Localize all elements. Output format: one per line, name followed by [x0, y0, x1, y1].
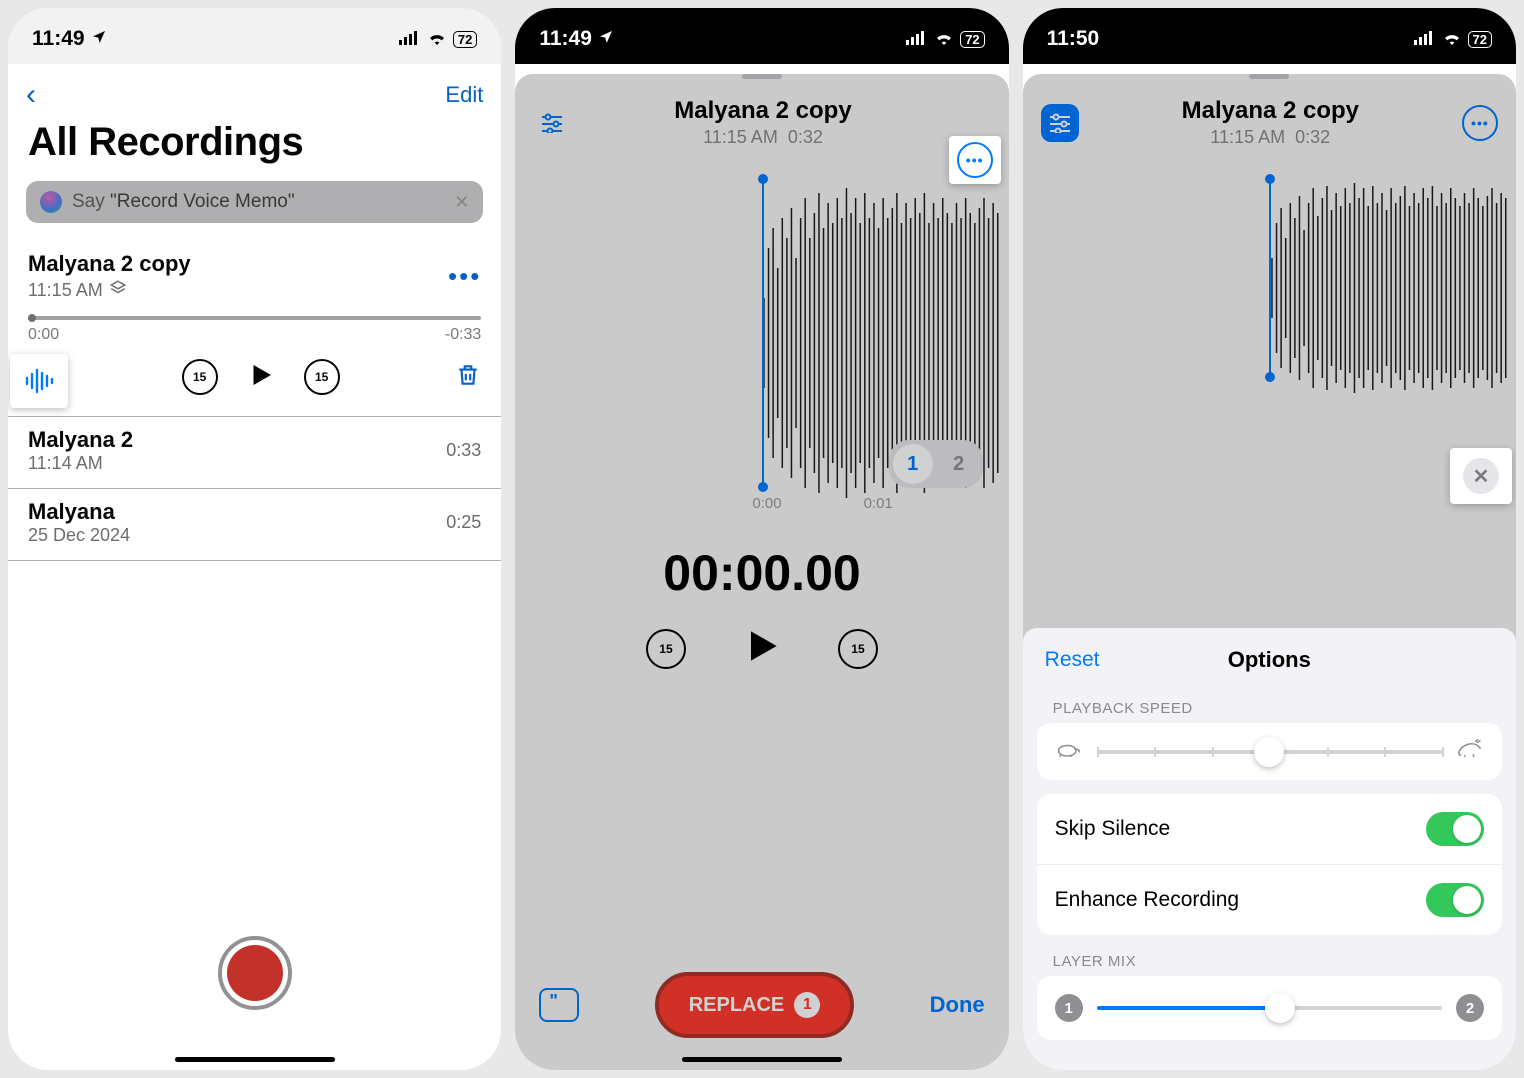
highlight-close: ✕: [1450, 448, 1512, 504]
status-time: 11:50: [1047, 27, 1100, 51]
layer-selector: 1 2: [889, 440, 983, 488]
speed-slider[interactable]: [1097, 750, 1442, 754]
timecode: 00:00.00: [515, 544, 1008, 602]
options-button[interactable]: [533, 104, 571, 142]
record-button[interactable]: [218, 936, 292, 1010]
scrubber[interactable]: [28, 316, 481, 320]
status-bar: 11:49 72: [515, 8, 1008, 64]
recording-title: Malyana: [28, 499, 130, 525]
status-bar: 11:50 72: [1023, 8, 1516, 64]
recording-sub: 11:14 AM: [28, 453, 133, 474]
recording-duration: 0:33: [446, 440, 481, 461]
battery-icon: 72: [960, 31, 984, 48]
recording-item[interactable]: Malyana 2 11:14 AM 0:33: [8, 417, 501, 489]
status-time: 11:49: [32, 27, 85, 51]
close-button[interactable]: ✕: [1463, 458, 1499, 494]
screen-editor: 11:49 72 Malyana 2 copy 11:15 AM 0:32: [515, 8, 1008, 1070]
recording-title: Malyana 2 copy: [28, 251, 191, 277]
options-button-active[interactable]: [1041, 104, 1079, 142]
play-button[interactable]: [246, 360, 276, 395]
highlight-more: •••: [949, 136, 1001, 184]
back-button[interactable]: ‹: [26, 78, 36, 112]
skip-back-button[interactable]: 15: [182, 359, 218, 395]
wave-time-1: 0:01: [864, 495, 893, 512]
status-bar: 11:49 72: [8, 8, 501, 64]
editor-subtitle: 11:15 AM 0:32: [674, 127, 851, 148]
layermix-slider[interactable]: [1097, 1006, 1442, 1010]
page-title: All Recordings: [8, 120, 501, 175]
wave-time-0: 0:00: [752, 495, 781, 512]
editor-title: Malyana 2 copy: [674, 97, 851, 125]
options-title: Options: [1228, 647, 1311, 673]
recording-title: Malyana 2: [28, 427, 133, 453]
skip-forward-button[interactable]: 15: [838, 629, 878, 669]
editor-subtitle: 11:15 AM 0:32: [1182, 127, 1359, 148]
sheet-grabber[interactable]: [742, 74, 782, 79]
status-time: 11:49: [539, 27, 592, 51]
siri-text: Say "Record Voice Memo": [72, 191, 295, 213]
more-button[interactable]: •••: [448, 261, 481, 292]
waveform-view[interactable]: 1 2 0:00 0:01: [521, 168, 1002, 518]
recording-sub: 25 Dec 2024: [28, 525, 130, 546]
siri-suggestion[interactable]: Say "Record Voice Memo" ✕: [26, 181, 483, 223]
layer-2-badge: 2: [1456, 994, 1484, 1022]
recording-duration: 0:25: [446, 512, 481, 533]
layer-1-badge: 1: [1055, 994, 1083, 1022]
layermix-label: LAYER MIX: [1023, 945, 1516, 976]
close-icon[interactable]: ✕: [454, 192, 469, 213]
options-sheet: Reset Options PLAYBACK SPEED Skip Silenc…: [1023, 628, 1516, 1070]
delete-button[interactable]: [455, 362, 481, 393]
home-indicator: [682, 1057, 842, 1062]
location-icon: [91, 27, 107, 51]
layers-icon: [109, 279, 127, 302]
editor-title: Malyana 2 copy: [1182, 97, 1359, 125]
battery-icon: 72: [1468, 31, 1492, 48]
enhance-recording-label: Enhance Recording: [1055, 888, 1239, 912]
recording-expanded: Malyana 2 copy 11:15 AM ••• 0:00 -0:33 1…: [8, 241, 501, 417]
highlight-waveform: [10, 354, 68, 408]
home-indicator: [175, 1057, 335, 1062]
tortoise-icon: [1055, 739, 1083, 764]
skip-silence-toggle[interactable]: [1426, 812, 1484, 846]
recording-item[interactable]: Malyana 25 Dec 2024 0:25: [8, 489, 501, 561]
location-icon: [598, 27, 614, 51]
waveform-view[interactable]: [1029, 168, 1510, 408]
recording-time: 11:15 AM: [28, 280, 103, 301]
screen-all-recordings: 11:49 72 ‹ Edit All Recordings Say "Reco…: [8, 8, 501, 1070]
sheet-grabber[interactable]: [1249, 74, 1289, 79]
more-button[interactable]: •••: [1462, 105, 1498, 141]
more-icon[interactable]: •••: [957, 142, 993, 178]
remaining-time: -0:33: [445, 326, 481, 344]
replace-button[interactable]: REPLACE 1: [655, 972, 855, 1038]
layer-1-button[interactable]: 1: [893, 444, 933, 484]
play-button[interactable]: [740, 624, 784, 673]
transcript-button[interactable]: [539, 988, 579, 1022]
elapsed-time: 0:00: [28, 326, 59, 344]
playhead[interactable]: [1269, 178, 1271, 378]
siri-icon: [40, 191, 62, 213]
skip-forward-button[interactable]: 15: [304, 359, 340, 395]
skip-silence-label: Skip Silence: [1055, 817, 1171, 841]
replace-badge: 1: [794, 992, 820, 1018]
enhance-recording-toggle[interactable]: [1426, 883, 1484, 917]
edit-button[interactable]: Edit: [445, 82, 483, 108]
wifi-icon: [427, 27, 447, 51]
cellular-icon: [906, 27, 928, 51]
done-button[interactable]: Done: [930, 992, 985, 1018]
playback-speed-label: PLAYBACK SPEED: [1023, 692, 1516, 723]
wifi-icon: [934, 27, 954, 51]
cellular-icon: [1414, 27, 1436, 51]
cellular-icon: [399, 27, 421, 51]
rabbit-icon: [1456, 739, 1484, 764]
wifi-icon: [1442, 27, 1462, 51]
skip-back-button[interactable]: 15: [646, 629, 686, 669]
playhead[interactable]: [762, 178, 764, 488]
screen-options: 11:50 72 Malyana 2 copy 11:15 AM 0:32 ••: [1023, 8, 1516, 1070]
reset-button[interactable]: Reset: [1045, 648, 1100, 672]
layer-2-button[interactable]: 2: [939, 444, 979, 484]
battery-icon: 72: [453, 31, 477, 48]
